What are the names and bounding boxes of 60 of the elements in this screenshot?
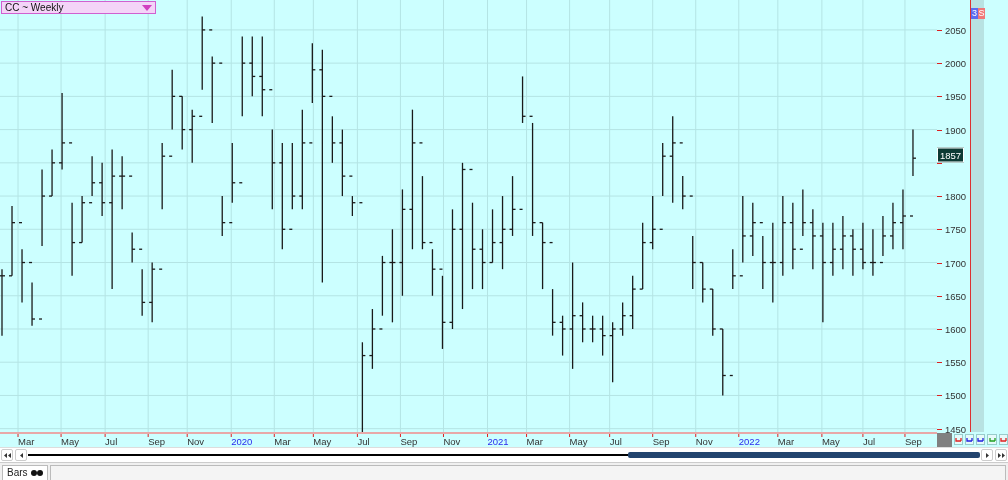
scroll-right-button[interactable] (981, 449, 993, 461)
axis-label: Jul (862, 436, 876, 447)
axis-label: 2022 (738, 436, 760, 447)
axis-label: 1650 (945, 290, 967, 302)
right-arrow-icon (983, 452, 991, 458)
axis-label: 1500 (945, 389, 967, 401)
status-tab[interactable]: Bars (2, 464, 48, 480)
axis-label: Nov (187, 436, 205, 447)
toolbar-button[interactable] (964, 434, 975, 445)
last-price-tag: 1857 (937, 147, 965, 163)
toolbar-button[interactable] (976, 434, 986, 445)
axis-label: Jul (609, 436, 622, 447)
bracket-icon (977, 437, 985, 442)
axis-label: 1900 (945, 124, 967, 136)
axis-label: May (569, 436, 588, 447)
axis-label: May (821, 436, 840, 447)
axis-label: May (313, 436, 332, 447)
axis-label: Sep (904, 436, 922, 447)
axis-label: May (61, 436, 79, 447)
axis-label: 1800 (945, 190, 967, 202)
axis-label: Mar (777, 436, 795, 447)
scroll-left-button[interactable] (15, 449, 27, 461)
left-arrow-icon (17, 452, 25, 458)
scroll-start-button[interactable] (1, 449, 13, 461)
axis-label: 1700 (945, 257, 967, 268)
dropdown-caret-icon (142, 4, 152, 11)
bracket-icon (988, 437, 996, 442)
symbol-dropdown[interactable]: CC ~ Weekly (1, 1, 156, 14)
axis-label: 2020 (231, 436, 253, 447)
axis-label: 2050 (945, 24, 967, 36)
bracket-icon (954, 437, 962, 442)
axis-label: 1450 (945, 423, 967, 435)
axis-label: Nov (443, 436, 461, 447)
dots-icon (30, 469, 43, 476)
axis-label: Mar (274, 436, 291, 447)
axis-label: 1950 (945, 90, 967, 102)
axis-label: 1600 (945, 323, 967, 335)
axis-label: Mar (18, 436, 35, 447)
axis-label: 2000 (945, 57, 967, 69)
axis-label: 1750 (945, 223, 967, 235)
tab-label: Bars (7, 467, 28, 478)
axis-label: Sep (400, 436, 418, 447)
axis-label: 1550 (945, 356, 967, 368)
double-right-arrow-icon (997, 452, 1005, 458)
axis-label: 2021 (487, 436, 509, 447)
double-left-arrow-icon (3, 452, 11, 458)
toolbar-button[interactable] (953, 434, 963, 445)
scrollbar[interactable] (28, 452, 980, 458)
toolbar-button[interactable] (998, 434, 1008, 445)
corner-block (937, 432, 952, 447)
axis-label: Jul (357, 436, 370, 447)
bracket-icon (966, 437, 973, 442)
scroll-end-button[interactable] (995, 449, 1007, 461)
axis-label: Mar (526, 436, 543, 447)
axis-label: Sep (652, 436, 670, 447)
axis-label: Jul (105, 436, 118, 447)
axis-label: Nov (695, 436, 713, 447)
axis-label: Sep (148, 436, 166, 447)
bracket-icon (999, 437, 1007, 442)
indicator-badge[interactable]: 3 (971, 8, 978, 19)
